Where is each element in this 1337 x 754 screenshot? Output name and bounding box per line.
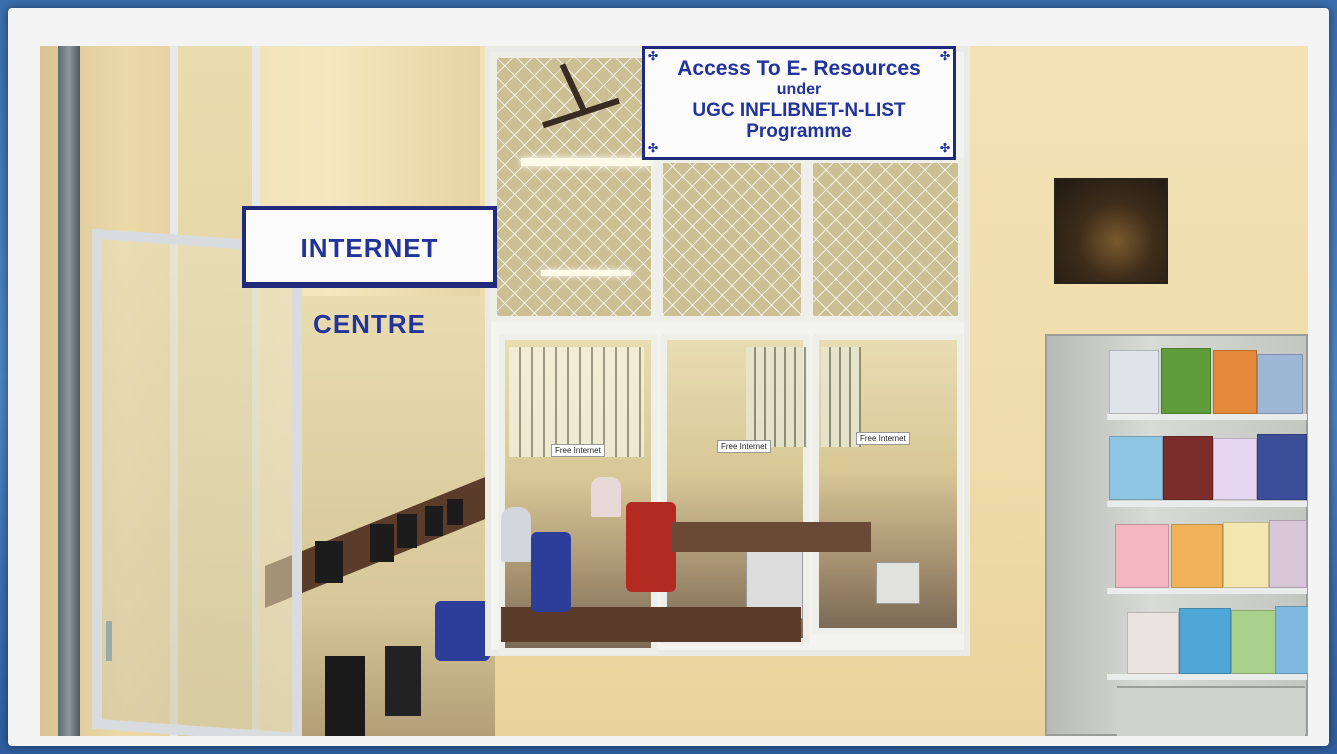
sign-line-3: UGC INFLIBNET-N-LIST Programme bbox=[692, 99, 906, 143]
magazine[interactable] bbox=[1275, 606, 1308, 674]
desk bbox=[671, 522, 871, 552]
magazine[interactable] bbox=[1115, 524, 1169, 588]
corner-ornament-icon: ✣ bbox=[939, 141, 950, 156]
free-internet-tag: Free Internet bbox=[551, 444, 605, 457]
e-resources-sign: ✣ ✣ ✣ ✣ Access To E- Resources under UGC… bbox=[642, 46, 956, 160]
upper-grill-pane bbox=[807, 157, 964, 322]
monitor bbox=[447, 499, 463, 525]
magazine[interactable] bbox=[1171, 524, 1223, 588]
magazine[interactable] bbox=[1109, 436, 1163, 500]
ceiling-light bbox=[521, 158, 651, 166]
chair bbox=[435, 601, 490, 661]
desk bbox=[501, 607, 801, 642]
rack-shelf bbox=[1107, 501, 1307, 507]
magazine[interactable] bbox=[1257, 354, 1303, 414]
wall-painting bbox=[1054, 178, 1168, 284]
monitor bbox=[315, 541, 343, 583]
upper-grill-pane bbox=[657, 157, 807, 322]
back-window bbox=[746, 347, 806, 447]
magazine[interactable] bbox=[1223, 522, 1269, 588]
person bbox=[591, 477, 621, 517]
back-window bbox=[821, 347, 861, 447]
corner-ornament-icon: ✣ bbox=[648, 49, 659, 63]
magazine[interactable] bbox=[1213, 350, 1257, 414]
rack-shelf bbox=[1107, 588, 1307, 594]
magazine[interactable] bbox=[1109, 350, 1159, 414]
magazine[interactable] bbox=[1179, 608, 1231, 674]
magazine[interactable] bbox=[1127, 612, 1179, 674]
magazine[interactable] bbox=[1257, 434, 1307, 500]
sign-line-1: Access To E- Resources bbox=[677, 57, 921, 80]
rack-shelf bbox=[1107, 414, 1307, 420]
corner-ornament-icon: ✣ bbox=[648, 141, 659, 156]
monitor bbox=[370, 524, 394, 562]
free-internet-tag: Free Internet bbox=[856, 432, 910, 445]
open-glass-door[interactable] bbox=[92, 228, 302, 736]
back-window bbox=[509, 347, 644, 457]
rack-cabinet[interactable] bbox=[1117, 686, 1305, 736]
magazine-rack bbox=[1045, 334, 1308, 736]
chair bbox=[626, 502, 676, 592]
equipment-box bbox=[876, 562, 920, 604]
photo: Free Internet Free Internet Free Interne… bbox=[40, 46, 1308, 736]
sign-line-2: under bbox=[776, 81, 822, 99]
computer-tower bbox=[325, 656, 365, 736]
computer-tower bbox=[385, 646, 421, 716]
magazine[interactable] bbox=[1269, 520, 1307, 588]
chair bbox=[531, 532, 571, 612]
magazine[interactable] bbox=[1213, 438, 1257, 500]
corner-ornament-icon: ✣ bbox=[939, 49, 950, 63]
monitor bbox=[425, 506, 443, 536]
magazine[interactable] bbox=[1161, 348, 1211, 414]
magazine[interactable] bbox=[1163, 436, 1213, 500]
internet-centre-sign: INTERNET CENTRE bbox=[242, 206, 497, 339]
monitor bbox=[397, 514, 417, 548]
magazine[interactable] bbox=[1231, 610, 1277, 674]
free-internet-tag: Free Internet bbox=[717, 440, 771, 453]
ceiling-light bbox=[541, 270, 631, 276]
wall-pipe bbox=[58, 46, 80, 736]
door-handle[interactable] bbox=[106, 621, 112, 661]
person bbox=[501, 507, 531, 562]
rack-shelf bbox=[1107, 674, 1307, 680]
photo-frame: Free Internet Free Internet Free Interne… bbox=[8, 8, 1329, 746]
internet-centre-text: INTERNET CENTRE bbox=[300, 233, 439, 339]
